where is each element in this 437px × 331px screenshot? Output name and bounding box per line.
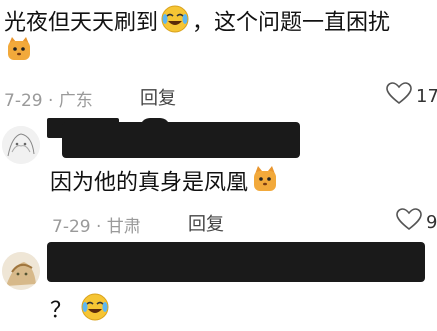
cat-face-emoji-icon	[6, 36, 32, 66]
like-button[interactable]: 9	[396, 208, 437, 236]
comment-text: 光夜但天天刷到	[4, 10, 159, 36]
reply-button[interactable]: 回复	[140, 84, 176, 110]
reply-text-line: ？	[50, 292, 110, 331]
avatar-image	[2, 252, 40, 290]
like-count: 9	[426, 211, 437, 233]
like-button[interactable]: 17	[386, 82, 437, 110]
cat-face-emoji-icon	[252, 165, 278, 202]
redacted-block	[47, 242, 425, 282]
comment-text-continued: ，这个问题一直困扰	[192, 10, 391, 36]
reply-text: 因为他的真身是凤凰	[50, 170, 249, 196]
comment-meta: 7-29 · 广东	[4, 91, 93, 111]
reply-button[interactable]: 回复	[188, 210, 224, 236]
crying-laughing-emoji-icon	[160, 4, 190, 43]
redacted-block	[62, 122, 300, 158]
heart-icon	[396, 208, 422, 236]
reply-text-line: 因为他的真身是凤凰	[50, 165, 278, 202]
avatar[interactable]	[2, 252, 40, 290]
reply-meta: 7-29 · 甘肃	[52, 217, 141, 237]
avatar-image	[2, 126, 40, 164]
like-count: 17	[416, 85, 437, 107]
redacted-block-part	[140, 118, 170, 150]
crying-laughing-emoji-icon	[80, 292, 110, 331]
heart-icon	[386, 82, 412, 110]
avatar[interactable]	[2, 126, 40, 164]
comment-text-line: 光夜但天天刷到 ，这个问题一直困扰	[4, 4, 390, 43]
reply-text: ？	[50, 298, 73, 324]
